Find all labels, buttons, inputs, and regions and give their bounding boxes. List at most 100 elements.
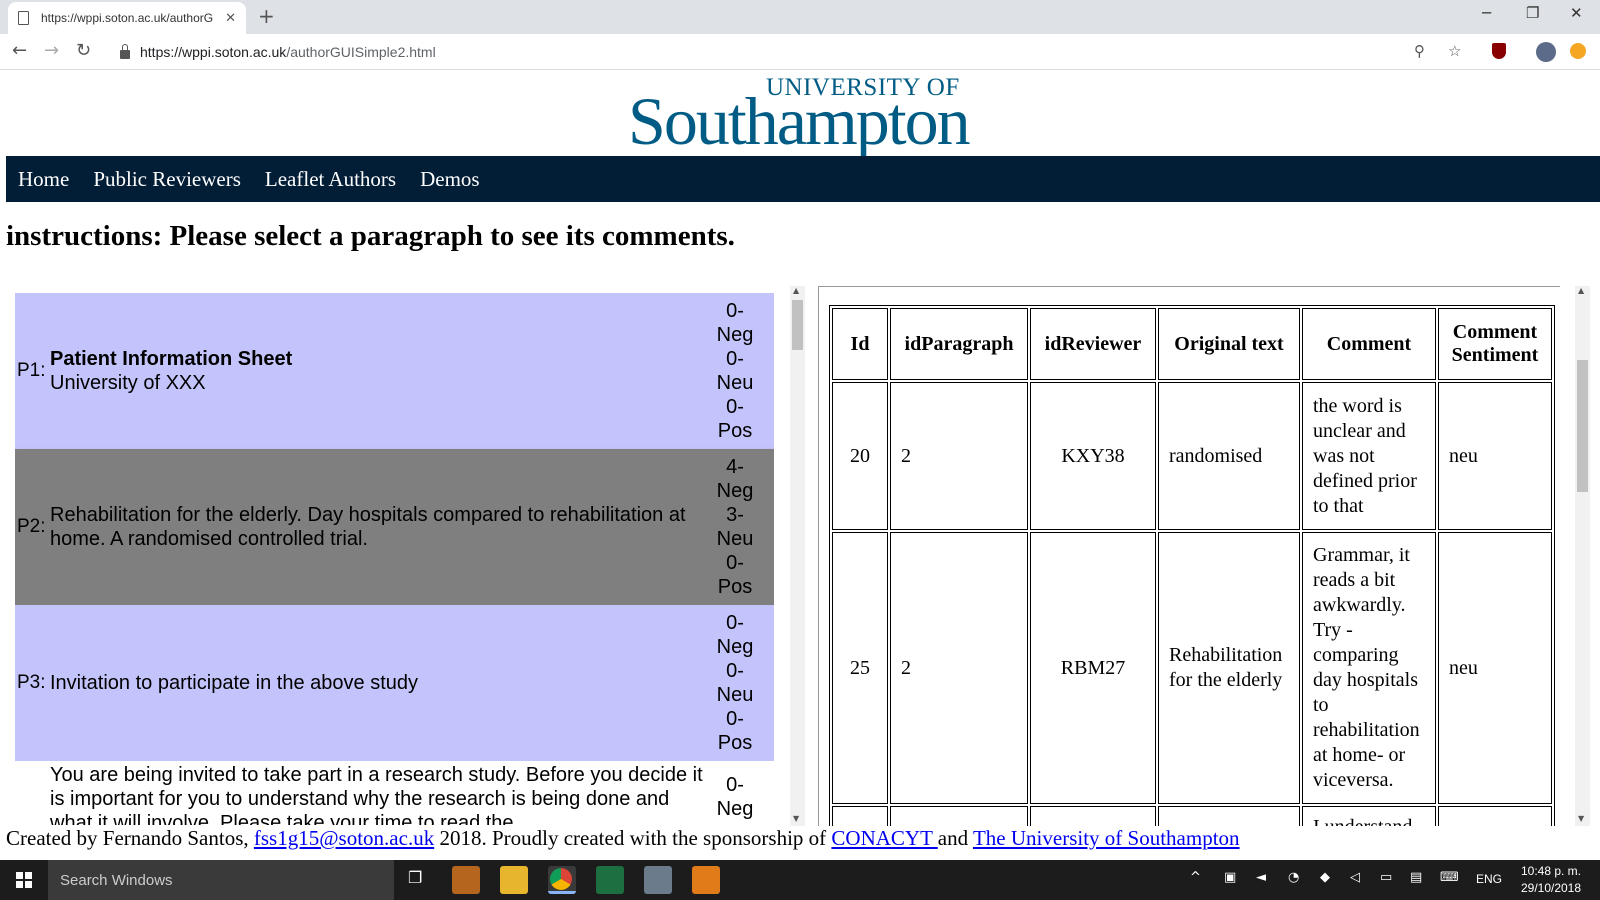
- cell-idreviewer: RBM27: [1030, 532, 1156, 804]
- paragraph-p2[interactable]: P2: Rehabilitation for the elderly. Day …: [15, 449, 774, 605]
- show-hidden-icons-icon[interactable]: ^: [1190, 870, 1201, 885]
- extension-icon[interactable]: [1570, 43, 1586, 59]
- task-view-icon[interactable]: ❐: [408, 868, 422, 887]
- wifi-icon[interactable]: ◔: [1288, 870, 1299, 885]
- minimize-icon[interactable]: ─: [1482, 4, 1491, 22]
- window-close-icon[interactable]: ✕: [1570, 4, 1583, 22]
- file-explorer-icon[interactable]: [500, 866, 528, 894]
- browser-tab[interactable]: https://wppi.soton.ac.uk/authorG ✕: [8, 2, 246, 34]
- notifications-icon[interactable]: ▤: [1410, 870, 1422, 885]
- profile-avatar[interactable]: [1536, 42, 1556, 62]
- pos-count: 0-: [726, 396, 744, 418]
- scroll-up-icon[interactable]: ▲: [1578, 286, 1584, 295]
- bookmark-star-icon[interactable]: ☆: [1448, 42, 1461, 60]
- close-tab-icon[interactable]: ✕: [225, 11, 236, 26]
- forward-icon[interactable]: →: [44, 40, 59, 61]
- chrome-app-icon[interactable]: [548, 866, 576, 894]
- excel-app-icon[interactable]: [596, 866, 624, 894]
- browser-tab-bar: https://wppi.soton.ac.uk/authorG ✕ + ─ ❐…: [0, 0, 1600, 34]
- neu-count: 0-: [726, 348, 744, 370]
- language-indicator[interactable]: ENG: [1476, 872, 1502, 886]
- neg-count: 4-: [726, 456, 744, 478]
- pdf-app-icon[interactable]: [692, 866, 720, 894]
- nav-demos[interactable]: Demos: [420, 167, 480, 192]
- ublock-extension-icon[interactable]: [1492, 43, 1506, 59]
- footer-text: 2018. Proudly created with the sponsorsh…: [434, 826, 832, 850]
- comments-scrollbar[interactable]: ▲ ▼: [1575, 286, 1590, 826]
- footer-conacyt-link[interactable]: CONACYT: [831, 826, 937, 850]
- cell-original-text: Rehabilitation for the elderly: [1158, 532, 1300, 804]
- taskbar-search[interactable]: Search Windows: [48, 860, 394, 900]
- cell-idreviewer: [1030, 806, 1156, 826]
- app-icon[interactable]: [644, 866, 672, 894]
- neg-count: 0-: [726, 612, 744, 634]
- paragraph-text: Rehabilitation for the elderly. Day hosp…: [50, 449, 705, 605]
- neg-label: Neg: [716, 636, 754, 658]
- cell-original-text: randomised: [1158, 382, 1300, 530]
- table-row[interactable]: I understand: [832, 806, 1552, 826]
- table-header-row: Id idParagraph idReviewer Original text …: [832, 308, 1552, 380]
- cell-idreviewer: KXY38: [1030, 382, 1156, 530]
- sentiment-counts: 0- Neg: [705, 761, 765, 825]
- scroll-down-icon[interactable]: ▼: [1578, 814, 1584, 823]
- cell-idparagraph: 2: [890, 382, 1028, 530]
- neu-label: Neu: [716, 684, 754, 706]
- tray-app-icon[interactable]: ▣: [1224, 870, 1236, 885]
- reload-icon[interactable]: ↻: [76, 40, 91, 61]
- volume-icon[interactable]: ◄: [1256, 870, 1266, 885]
- zoom-icon[interactable]: ⚲: [1414, 42, 1425, 60]
- browser-toolbar: ← → ↻ https://wppi.soton.ac.uk/authorGUI…: [0, 34, 1600, 70]
- nav-home[interactable]: Home: [18, 167, 69, 192]
- pos-count: 0-: [726, 708, 744, 730]
- start-button[interactable]: [0, 860, 48, 900]
- neg-count: 0-: [726, 300, 744, 322]
- paragraph-number: P3:: [17, 672, 46, 693]
- keyboard-icon[interactable]: ⌨: [1440, 870, 1459, 885]
- scroll-up-icon[interactable]: ▲: [793, 286, 799, 295]
- paragraph-body: Rehabilitation for the elderly. Day hosp…: [50, 504, 686, 550]
- col-header-id: Id: [832, 308, 888, 380]
- paragraph-p4[interactable]: You are being invited to take part in a …: [15, 761, 774, 825]
- speaker-icon[interactable]: ◁: [1350, 870, 1360, 885]
- paragraph-number: P1:: [17, 360, 46, 381]
- battery-icon[interactable]: ▭: [1380, 870, 1392, 885]
- clock-time: 10:48 p. m.: [1520, 864, 1582, 878]
- sublime-app-icon[interactable]: [452, 866, 480, 894]
- neg-label: Neg: [716, 480, 754, 502]
- footer-university-link[interactable]: The University of Southampton: [973, 826, 1240, 850]
- col-header-comment-sentiment: Comment Sentiment: [1438, 308, 1552, 380]
- paragraph-title: Patient Information Sheet: [50, 348, 293, 370]
- nav-leaflet-authors[interactable]: Leaflet Authors: [265, 167, 396, 192]
- table-row[interactable]: 20 2 KXY38 randomised the word is unclea…: [832, 382, 1552, 530]
- cell-id: 25: [832, 532, 888, 804]
- col-header-comment: Comment: [1302, 308, 1436, 380]
- paragraph-body: Invitation to participate in the above s…: [50, 672, 419, 694]
- paragraph-number: P2:: [17, 516, 46, 537]
- footer-email-link[interactable]: fss1g15@soton.ac.uk: [254, 826, 434, 850]
- scrollbar-thumb[interactable]: [792, 300, 803, 350]
- scrollbar-thumb[interactable]: [1577, 360, 1588, 492]
- paragraph-p3[interactable]: P3: Invitation to participate in the abo…: [15, 605, 774, 761]
- nav-public-reviewers[interactable]: Public Reviewers: [93, 167, 241, 192]
- pos-count: 0-: [726, 552, 744, 574]
- table-row[interactable]: 25 2 RBM27 Rehabilitation for the elderl…: [832, 532, 1552, 804]
- paragraph-text: Patient Information Sheet University of …: [50, 293, 705, 449]
- taskbar-clock[interactable]: 10:48 p. m. 29/10/2018: [1516, 863, 1586, 897]
- instructions-heading: instructions: Please select a paragraph …: [6, 220, 735, 252]
- col-header-idparagraph: idParagraph: [890, 308, 1028, 380]
- dropbox-icon[interactable]: ◆: [1320, 870, 1330, 885]
- paragraph-body: You are being invited to take part in a …: [50, 764, 703, 825]
- restore-icon[interactable]: ❐: [1526, 4, 1539, 22]
- neg-count: 0-: [726, 774, 744, 796]
- address-bar[interactable]: https://wppi.soton.ac.uk/authorGUISimple…: [110, 38, 1460, 66]
- scroll-down-icon[interactable]: ▼: [793, 814, 799, 823]
- logo-line2: Southampton: [628, 83, 971, 159]
- comments-panel: Id idParagraph idReviewer Original text …: [818, 286, 1560, 826]
- paragraph-p1[interactable]: P1: Patient Information Sheet University…: [15, 293, 774, 449]
- sentiment-counts: 0- Neg 0- Neu 0- Pos: [705, 605, 765, 761]
- paragraph-list: P1: Patient Information Sheet University…: [15, 293, 774, 825]
- cell-comment: Grammar, it reads a bit awkwardly. Try -…: [1302, 532, 1436, 804]
- new-tab-icon[interactable]: +: [258, 4, 275, 28]
- paragraph-scrollbar[interactable]: ▲ ▼: [790, 286, 805, 826]
- back-icon[interactable]: ←: [12, 40, 27, 61]
